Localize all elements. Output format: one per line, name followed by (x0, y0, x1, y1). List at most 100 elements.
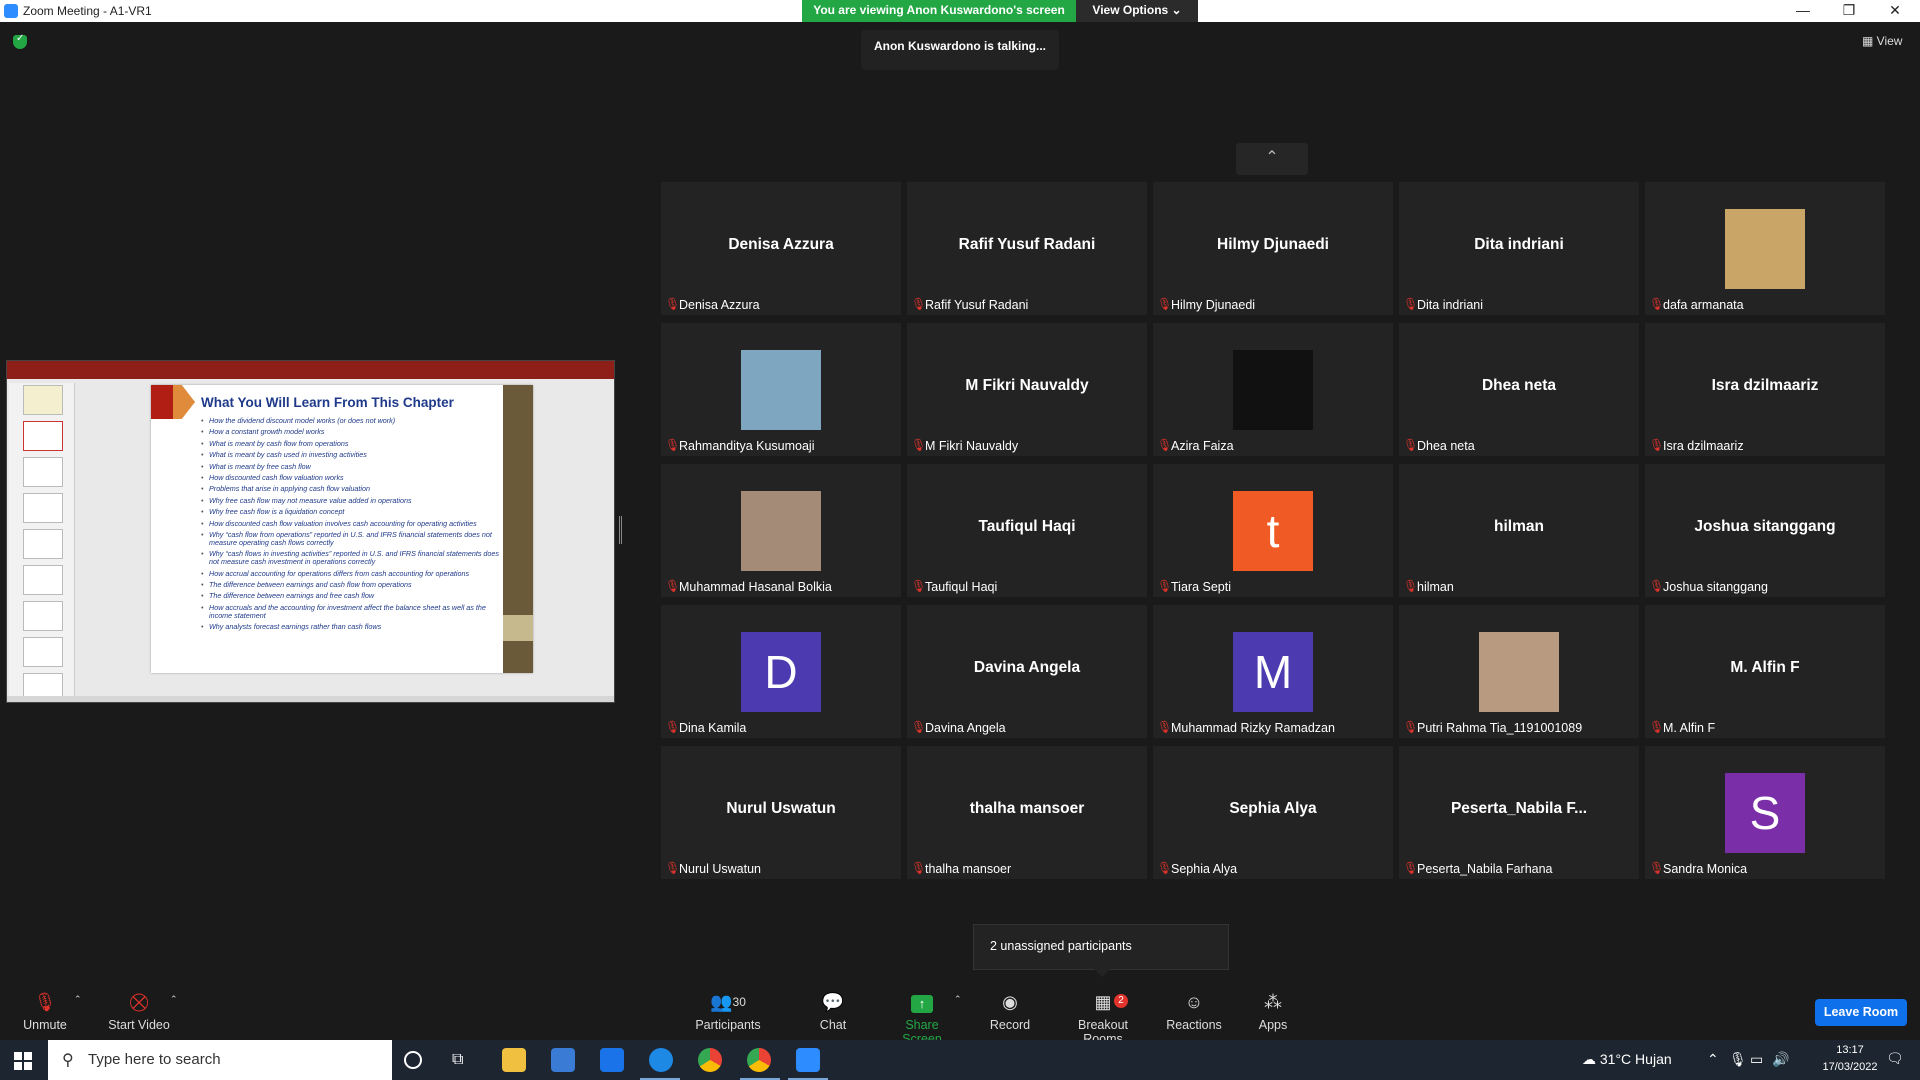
participant-profile-photo (741, 350, 821, 430)
clock-date[interactable]: 17/03/2022 (1815, 1061, 1885, 1073)
muted-mic-icon: 🎙 (1403, 861, 1419, 875)
chrome-profile-icon[interactable] (747, 1048, 771, 1072)
muted-mic-icon: 🎙 (665, 297, 681, 311)
windows-start-button[interactable] (14, 1052, 32, 1070)
clock-time[interactable]: 13:17 (1815, 1044, 1885, 1056)
participant-tile[interactable]: Rafif Yusuf Radani 🎙 Rafif Yusuf Radani (907, 182, 1147, 315)
zoom-taskbar-icon[interactable] (796, 1048, 820, 1072)
view-label: View (1876, 34, 1903, 48)
participant-tile[interactable]: Dhea neta 🎙 Dhea neta (1399, 323, 1639, 456)
cortana-icon[interactable] (404, 1051, 422, 1069)
muted-mic-icon: 🎙 (1403, 438, 1419, 452)
participant-display-name: Davina Angela (973, 659, 1081, 676)
share-screen-button[interactable]: ↑ Share Screen (884, 990, 960, 1046)
apps-button[interactable]: ⁂ Apps (1256, 990, 1290, 1040)
network-icon[interactable]: ▭ (1750, 1051, 1763, 1068)
task-view-icon[interactable]: ⧉ (452, 1048, 476, 1072)
participant-tile[interactable]: M 🎙 Muhammad Rizky Ramadzan (1153, 605, 1393, 738)
security-shield-icon[interactable] (13, 33, 27, 49)
participant-tile[interactable]: S 🎙 Sandra Monica (1645, 746, 1885, 879)
participant-tile[interactable]: Davina Angela 🎙 Davina Angela (907, 605, 1147, 738)
start-video-button[interactable]: ⛒ Start Video (104, 990, 174, 1040)
shared-screen[interactable]: What You Will Learn From This Chapter Ho… (6, 360, 615, 703)
share-options-caret[interactable]: ⌃ (954, 994, 962, 1005)
participant-display-name: Isra dzilmaariz (1711, 377, 1819, 394)
store-icon[interactable] (551, 1048, 575, 1072)
slide-bullet: How a constant growth model works (201, 428, 501, 437)
gallery-page-up-button[interactable]: ⌃ (1236, 143, 1308, 175)
participant-tile[interactable]: M Fikri Nauvaldy 🎙 M Fikri Nauvaldy (907, 323, 1147, 456)
participant-tile[interactable]: thalha mansoer 🎙 thalha mansoer (907, 746, 1147, 879)
powerpoint-status-bar (7, 696, 614, 702)
participant-tile[interactable]: Taufiqul Haqi 🎙 Taufiqul Haqi (907, 464, 1147, 597)
reactions-button[interactable]: ☺ Reactions (1166, 990, 1222, 1040)
participant-profile-photo (1233, 350, 1313, 430)
participant-initial-avatar: D (741, 632, 821, 712)
unmute-button[interactable]: 🎙 Unmute (18, 990, 72, 1040)
muted-mic-icon: 🎙 (33, 992, 57, 1012)
slide-bullet: Why analysts forecast earnings rather th… (201, 623, 501, 632)
participant-tile[interactable]: Isra dzilmaariz 🎙 Isra dzilmaariz (1645, 323, 1885, 456)
participants-label: Participants (695, 1018, 761, 1032)
leave-room-button[interactable]: Leave Room (1815, 999, 1907, 1026)
participant-name-label: Joshua sitanggang (1663, 580, 1768, 594)
teamviewer-icon[interactable] (649, 1048, 673, 1072)
participant-tile[interactable]: Sephia Alya 🎙 Sephia Alya (1153, 746, 1393, 879)
slide-bullet: The difference between earnings and free… (201, 592, 501, 601)
participant-tile[interactable]: 🎙 Putri Rahma Tia_1191001089 (1399, 605, 1639, 738)
participant-tile[interactable]: Nurul Uswatun 🎙 Nurul Uswatun (661, 746, 901, 879)
breakout-rooms-icon: ▦ (1094, 992, 1112, 1012)
chrome-icon[interactable] (698, 1048, 722, 1072)
participant-tile[interactable]: Hilmy Djunaedi 🎙 Hilmy Djunaedi (1153, 182, 1393, 315)
participant-name-label: Denisa Azzura (679, 298, 760, 312)
weather-widget[interactable]: ☁ 31°C Hujan (1582, 1051, 1672, 1068)
participant-tile[interactable]: 🎙 Azira Faiza (1153, 323, 1393, 456)
video-options-caret[interactable]: ⌃ (170, 994, 178, 1005)
maximize-button[interactable]: ❐ (1826, 0, 1872, 22)
participant-tile[interactable]: M. Alfin F 🎙 M. Alfin F (1645, 605, 1885, 738)
participant-tile[interactable]: 🎙 dafa armanata (1645, 182, 1885, 315)
participant-tile[interactable]: Joshua sitanggang 🎙 Joshua sitanggang (1645, 464, 1885, 597)
panel-splitter-handle[interactable] (619, 516, 622, 544)
notifications-icon[interactable]: 🗨 (1886, 1050, 1904, 1067)
participant-tile[interactable]: 🎙 Rahmanditya Kusumoaji (661, 323, 901, 456)
slide-thumbnails (9, 383, 75, 702)
participant-tile[interactable]: t 🎙 Tiara Septi (1153, 464, 1393, 597)
participant-display-name: Sephia Alya (1229, 800, 1317, 817)
slide-bullet: How the dividend discount model works (o… (201, 417, 501, 426)
taskbar-search-box[interactable]: ⚲ Type here to search (48, 1040, 392, 1080)
microphone-tray-icon[interactable]: 🎙 (1729, 1051, 1747, 1068)
talking-indicator: Anon Kuswardono is talking... (861, 30, 1059, 70)
participant-name-label: hilman (1417, 580, 1454, 594)
participant-name-label: Davina Angela (925, 721, 1006, 735)
view-layout-button[interactable]: ▦ View (1862, 34, 1902, 48)
participant-name-label: Nurul Uswatun (679, 862, 761, 876)
participant-tile[interactable]: Peserta_Nabila F... 🎙 Peserta_Nabila Farha… (1399, 746, 1639, 879)
participant-display-name: Hilmy Djunaedi (1217, 236, 1329, 253)
close-button[interactable]: ✕ (1872, 0, 1918, 22)
participant-initial-avatar: S (1725, 773, 1805, 853)
file-explorer-icon[interactable] (502, 1048, 526, 1072)
breakout-rooms-button[interactable]: ▦ Breakout Rooms (1058, 990, 1148, 1046)
view-options-button[interactable]: View Options ⌄ (1076, 0, 1198, 22)
record-button[interactable]: ◉ Record (986, 990, 1034, 1040)
muted-mic-icon: 🎙 (1157, 579, 1173, 593)
participant-tile[interactable]: D 🎙 Dina Kamila (661, 605, 901, 738)
audio-options-caret[interactable]: ⌃ (74, 994, 82, 1005)
participant-display-name: hilman (1494, 518, 1544, 535)
volume-icon[interactable]: 🔊 (1772, 1051, 1789, 1068)
participant-name-label: dafa armanata (1663, 298, 1744, 312)
unassigned-participants-tooltip: 2 unassigned participants (973, 924, 1229, 977)
chat-button[interactable]: 💬 Chat (812, 990, 854, 1040)
mail-icon[interactable] (600, 1048, 624, 1072)
participant-tile[interactable]: hilman 🎙 hilman (1399, 464, 1639, 597)
participant-tile[interactable]: 🎙 Muhammad Hasanal Bolkia (661, 464, 901, 597)
participant-tile[interactable]: Dita indriani 🎙 Dita indriani (1399, 182, 1639, 315)
minimize-button[interactable]: — (1780, 0, 1826, 22)
participant-tile[interactable]: Denisa Azzura 🎙 Denisa Azzura (661, 182, 901, 315)
participants-button[interactable]: 👥30 Participants (692, 990, 764, 1040)
participants-count: 30 (732, 995, 746, 1009)
slide-bullet: What is meant by cash flow from operatio… (201, 439, 501, 448)
tray-overflow-icon[interactable]: ⌃ (1707, 1051, 1719, 1068)
slide-bullet-list: How the dividend discount model works (o… (201, 417, 501, 635)
